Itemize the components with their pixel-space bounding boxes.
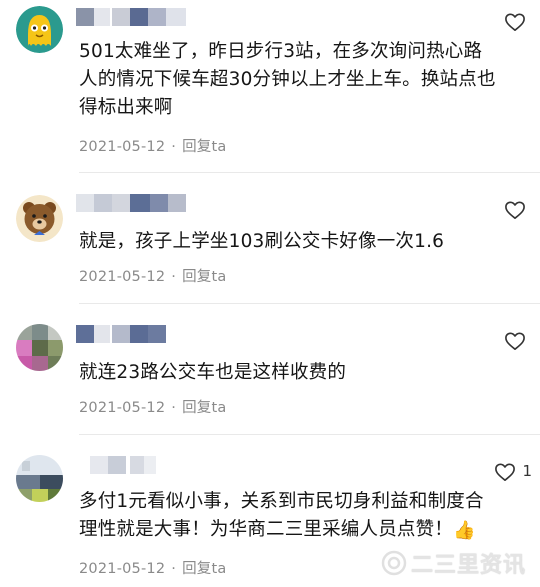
separator-dot: ·	[171, 269, 177, 285]
ersanli-logo-icon	[381, 550, 407, 576]
like-button[interactable]	[504, 12, 526, 32]
comment-text: 多付1元看似小事，关系到市民切身利益和制度合理性就是大事！为华商二三里采编人员点…	[79, 488, 500, 545]
like-button[interactable]	[494, 462, 516, 482]
comment-date: 2021-05-12	[79, 400, 166, 416]
username-mosaic[interactable]	[76, 456, 156, 474]
like-count: 1	[522, 462, 532, 480]
separator-dot: ·	[171, 139, 177, 155]
yellow-octopus-avatar-icon	[16, 6, 63, 53]
heart-outline-icon	[495, 463, 515, 481]
comment-text: 501太难坐了，昨日步行3站，在多次询问热心路人的情况下候车超30分钟以上才坐上…	[79, 41, 496, 118]
thumbs-up-emoji: 👍	[453, 520, 476, 541]
separator-dot: ·	[171, 400, 177, 416]
username-mosaic[interactable]	[76, 325, 171, 343]
reply-button[interactable]: 回复ta	[182, 269, 226, 285]
comment-date: 2021-05-12	[79, 561, 166, 577]
comment-meta: 2021-05-12 · 回复ta	[79, 265, 226, 286]
comment-meta: 2021-05-12 · 回复ta	[79, 396, 226, 417]
comment-date: 2021-05-12	[79, 139, 166, 155]
avatar[interactable]	[16, 455, 63, 502]
watermark-text: 二三里资讯	[410, 553, 526, 578]
divider	[79, 172, 540, 173]
like-button[interactable]	[504, 200, 526, 220]
comment-text: 就连23路公交车也是这样收费的	[79, 362, 347, 383]
heart-outline-icon	[505, 332, 525, 350]
comment-date: 2021-05-12	[79, 269, 166, 285]
comment-text: 就是，孩子上学坐103刷公交卡好像一次1.6	[79, 231, 445, 252]
avatar[interactable]	[16, 6, 63, 53]
avatar[interactable]	[16, 324, 63, 371]
separator-dot: ·	[171, 561, 177, 577]
comment-text-body: 多付1元看似小事，关系到市民切身利益和制度合理性就是大事！为华商二三里采编人员点…	[79, 491, 484, 540]
like-button[interactable]	[504, 331, 526, 351]
blurred-landscape-avatar-icon	[16, 455, 63, 502]
blurred-photo-avatar-icon	[16, 324, 63, 371]
reply-button[interactable]: 回复ta	[182, 400, 226, 416]
reply-button[interactable]: 回复ta	[182, 561, 226, 577]
reply-button[interactable]: 回复ta	[182, 139, 226, 155]
bear-avatar-icon	[16, 195, 63, 242]
divider	[79, 303, 540, 304]
heart-outline-icon	[505, 13, 525, 31]
avatar[interactable]	[16, 195, 63, 242]
heart-outline-icon	[505, 201, 525, 219]
divider	[79, 434, 540, 435]
comment-meta: 2021-05-12 · 回复ta	[79, 557, 226, 578]
username-mosaic[interactable]	[76, 8, 186, 26]
username-mosaic[interactable]	[76, 194, 186, 212]
watermark: 二三里资讯	[381, 547, 526, 579]
comment-meta: 2021-05-12 · 回复ta	[79, 135, 226, 156]
